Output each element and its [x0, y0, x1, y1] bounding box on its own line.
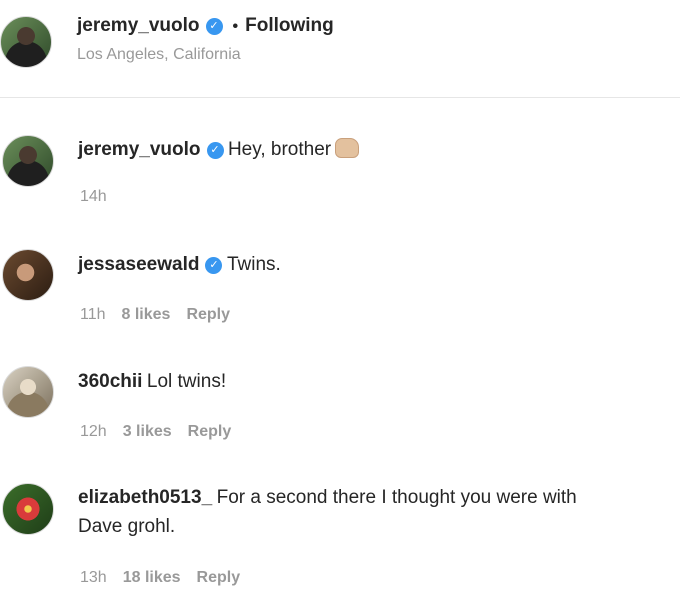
likes-count[interactable]: 18 likes	[123, 569, 181, 586]
comment-time: 14h	[80, 188, 107, 205]
avatar[interactable]	[2, 366, 54, 418]
avatar[interactable]	[2, 249, 54, 301]
reply-button[interactable]: Reply	[197, 569, 241, 586]
comment-meta: 12h 3 likes Reply	[80, 423, 247, 441]
location-link[interactable]: Los Angeles, California	[77, 46, 241, 64]
verified-check-icon: ✓	[206, 142, 224, 159]
avatar[interactable]	[0, 16, 52, 68]
reply-button[interactable]: Reply	[186, 306, 230, 323]
comment-text-continued: Dave grohl.	[78, 516, 176, 537]
comment-time: 11h	[80, 306, 106, 323]
separator-dot: •	[232, 18, 239, 35]
comment-username[interactable]: jeremy_vuolo	[78, 139, 201, 160]
fist-bump-emoji-icon	[335, 138, 360, 158]
header-username[interactable]: jeremy_vuolo	[77, 15, 200, 36]
reply-button[interactable]: Reply	[188, 423, 232, 440]
verified-check-icon: ✓	[205, 18, 223, 35]
comment-text: Hey, brother	[227, 139, 332, 160]
following-button[interactable]: Following	[245, 15, 334, 36]
comment-time: 13h	[80, 569, 107, 586]
comment-time: 12h	[80, 423, 107, 440]
avatar[interactable]	[2, 135, 54, 187]
comment-text: Lol twins!	[146, 371, 227, 392]
comment-body: elizabeth0513_ For a second there I thou…	[78, 484, 668, 542]
comment-meta: 11h 8 likes Reply	[80, 306, 246, 324]
comment-body: jeremy_vuolo ✓ Hey, brother	[78, 136, 360, 165]
verified-check-icon: ✓	[205, 257, 223, 274]
comment-body: jessaseewald ✓ Twins.	[78, 251, 281, 280]
avatar[interactable]	[2, 483, 54, 535]
comment-username[interactable]: jessaseewald	[78, 254, 199, 275]
comment-meta: 13h 18 likes Reply	[80, 569, 256, 587]
likes-count[interactable]: 8 likes	[122, 306, 171, 323]
comment-username[interactable]: elizabeth0513_	[78, 487, 212, 508]
header-title: jeremy_vuolo ✓ • Following	[77, 13, 334, 40]
comment-body: 360chii Lol twins!	[78, 368, 226, 397]
comment-text: For a second there I thought you were wi…	[216, 487, 577, 508]
comment-text: Twins.	[226, 254, 281, 275]
post-header: jeremy_vuolo ✓ • Following Los Angeles, Cal…	[0, 0, 680, 98]
comment-username[interactable]: 360chii	[78, 371, 142, 392]
comment-meta: 14h	[80, 188, 123, 206]
likes-count[interactable]: 3 likes	[123, 423, 172, 440]
